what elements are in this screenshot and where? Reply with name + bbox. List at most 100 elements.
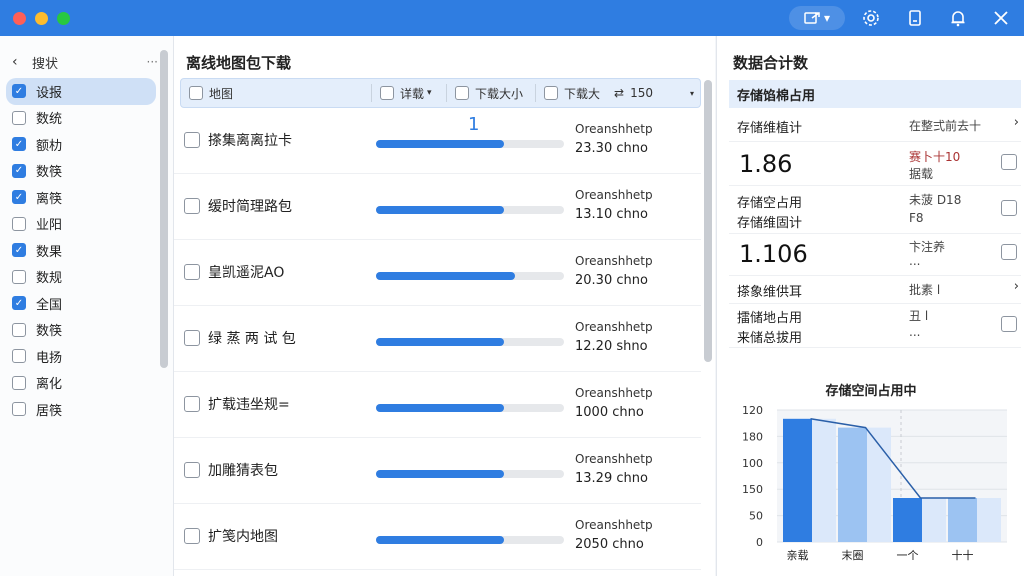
chevron-right-icon: ›	[1013, 279, 1019, 294]
sidebar-item[interactable]: 数筷	[6, 317, 156, 344]
column-download[interactable]: 下载大	[536, 79, 610, 107]
column-status[interactable]: 详载 ▾	[372, 79, 446, 107]
progress-bar	[376, 404, 564, 412]
table-row[interactable]: 搽集离离拉卡 1 Oreanshhetp 23.30 chno	[174, 108, 701, 174]
column-status-label: 详载	[400, 86, 425, 101]
stat-row[interactable]: 存储维植计 在整弍前去十 ›	[729, 108, 1021, 142]
sidebar-item-checkbox[interactable]	[12, 269, 26, 284]
sidebar-item[interactable]: 数规	[6, 264, 156, 291]
more-icon[interactable]: ···	[147, 55, 158, 69]
sidebar-item[interactable]: 离化	[6, 370, 156, 397]
export-caret: ▾	[823, 11, 831, 25]
column-count[interactable]: ⇄ 150	[610, 79, 670, 107]
table-row[interactable]: 绿 蒸 两 试 包 Oreanshhetp 12.20 shno	[174, 306, 701, 372]
size-checkbox[interactable]	[455, 86, 469, 100]
sidebar-item[interactable]: 业阳	[6, 211, 156, 238]
table-row[interactable]: 加雕猜表包 Oreanshhetp 13.29 chno	[174, 438, 701, 504]
minimize-window-button[interactable]	[35, 12, 48, 25]
row-checkbox[interactable]	[184, 528, 200, 544]
clipboard-button[interactable]	[904, 6, 926, 30]
stat-checkbox[interactable]	[1001, 154, 1017, 170]
progress-count: 1	[468, 114, 480, 135]
source-label: Oreanshhetp	[575, 386, 653, 400]
source-label: Oreanshhetp	[575, 188, 653, 202]
sidebar-item-checkbox[interactable]: ✓	[12, 243, 26, 258]
row-checkbox[interactable]	[184, 462, 200, 478]
storage-section-header: 存储馅棉占用	[729, 80, 1021, 108]
sidebar-item[interactable]: 电扬	[6, 343, 156, 370]
stat-row[interactable]: 搽象维供耳 批素 l ›	[729, 276, 1021, 304]
main-scrollbar[interactable]	[704, 80, 712, 362]
sidebar-item-checkbox[interactable]: ✓	[12, 296, 26, 311]
sidebar-item[interactable]: 居筷	[6, 396, 156, 423]
chart-bar	[783, 418, 812, 542]
table-row[interactable]: 扩笺内地图 Oreanshhetp 2050 chno	[174, 504, 701, 570]
close-window-button[interactable]	[13, 12, 26, 25]
sidebar-item-checkbox[interactable]	[12, 322, 26, 337]
export-icon	[804, 12, 820, 24]
source-label: Oreanshhetp	[575, 122, 653, 136]
sidebar-item-checkbox[interactable]: ✓	[12, 163, 26, 178]
row-checkbox[interactable]	[184, 330, 200, 346]
row-checkbox[interactable]	[184, 198, 200, 214]
row-checkbox[interactable]	[184, 132, 200, 148]
chart-bar	[948, 498, 977, 542]
column-download-label: 下载大	[564, 86, 601, 101]
sidebar-item-checkbox[interactable]	[12, 110, 26, 125]
sidebar-item[interactable]: ✓ 数果	[6, 237, 156, 264]
table-row[interactable]: 皇凯遥泥AO Oreanshhetp 20.30 chno	[174, 240, 701, 306]
sidebar-item-label: 数筷	[36, 165, 63, 181]
download-checkbox[interactable]	[544, 86, 558, 100]
sidebar-item-checkbox[interactable]: ✓	[12, 190, 26, 205]
size-label: 1000 chno	[575, 405, 644, 420]
chevron-down-icon: ▾	[427, 88, 432, 98]
sidebar-item-checkbox[interactable]	[12, 375, 26, 390]
sidebar-item[interactable]: 数统	[6, 105, 156, 132]
stat-key: 存储维植计	[737, 121, 803, 136]
chart-bar	[893, 498, 922, 542]
stat-checkbox[interactable]	[1001, 316, 1017, 332]
column-menu-icon[interactable]: ▾	[690, 89, 694, 98]
sidebar-item-checkbox[interactable]	[12, 349, 26, 364]
chart-bar-shadow	[812, 418, 836, 542]
row-checkbox[interactable]	[184, 264, 200, 280]
settings-button[interactable]	[860, 6, 882, 30]
sidebar-item[interactable]: ✓ 额朸	[6, 131, 156, 158]
progress-fill	[376, 404, 504, 412]
column-name[interactable]: 地图	[181, 79, 371, 107]
sidebar-scrollbar[interactable]	[160, 50, 168, 368]
table-header: 地图 详载 ▾ 下载大小 下载大 ⇄ 150 ▾	[180, 78, 701, 108]
sidebar-item-checkbox[interactable]	[12, 402, 26, 417]
row-checkbox[interactable]	[184, 396, 200, 412]
stat-checkbox[interactable]	[1001, 244, 1017, 260]
sidebar-item-checkbox[interactable]	[12, 216, 26, 231]
table-row[interactable]: 缓时简理路包 Oreanshhetp 13.10 chno	[174, 174, 701, 240]
table-row[interactable]: 扩载违坐规= Oreanshhetp 1000 chno	[174, 372, 701, 438]
progress-fill	[376, 206, 504, 214]
stat-value: 批素 l	[909, 283, 941, 297]
x-tick-label: 十十	[952, 548, 974, 562]
back-icon[interactable]: ‹	[12, 54, 32, 70]
sidebar-item[interactable]: ✓ 离筷	[6, 184, 156, 211]
stat-checkbox[interactable]	[1001, 200, 1017, 216]
y-tick-label: 100	[742, 457, 763, 470]
column-size[interactable]: 下载大小	[447, 79, 535, 107]
export-button[interactable]: ▾	[789, 6, 845, 30]
app-window: ▾ ‹ 搜状 ··· ✓ 设报 数统 ✓ 额朸 ✓ 数筷 ✓ 离筷 业阳 ✓ 数果 数规 ✓ 全国 数筷 电扬离…	[0, 0, 1024, 576]
notifications-button[interactable]	[947, 6, 969, 30]
stat-value-secondary: ...	[909, 325, 921, 339]
sidebar-list: ✓ 设报 数统 ✓ 额朸 ✓ 数筷 ✓ 离筷 业阳 ✓ 数果 数规 ✓ 全国 数筷 电扬 离化 居筷	[6, 78, 156, 423]
stats-title: 数据合计数	[733, 54, 809, 72]
select-all-checkbox[interactable]	[189, 86, 203, 100]
size-label: 13.10 chno	[575, 207, 648, 222]
sidebar-item[interactable]: ✓ 设报	[6, 78, 156, 105]
sidebar: ‹ 搜状 ··· ✓ 设报 数统 ✓ 额朸 ✓ 数筷 ✓ 离筷 业阳 ✓ 数果 数规 ✓ 全国 数筷 电扬 离化居…	[0, 36, 174, 576]
close-button[interactable]	[990, 6, 1012, 30]
sidebar-item[interactable]: ✓ 数筷	[6, 158, 156, 185]
status-checkbox[interactable]	[380, 86, 394, 100]
sidebar-item[interactable]: ✓ 全国	[6, 290, 156, 317]
zoom-window-button[interactable]	[57, 12, 70, 25]
sidebar-item-checkbox[interactable]: ✓	[12, 84, 26, 99]
sidebar-item-checkbox[interactable]: ✓	[12, 137, 26, 152]
progress-bar	[376, 536, 564, 544]
